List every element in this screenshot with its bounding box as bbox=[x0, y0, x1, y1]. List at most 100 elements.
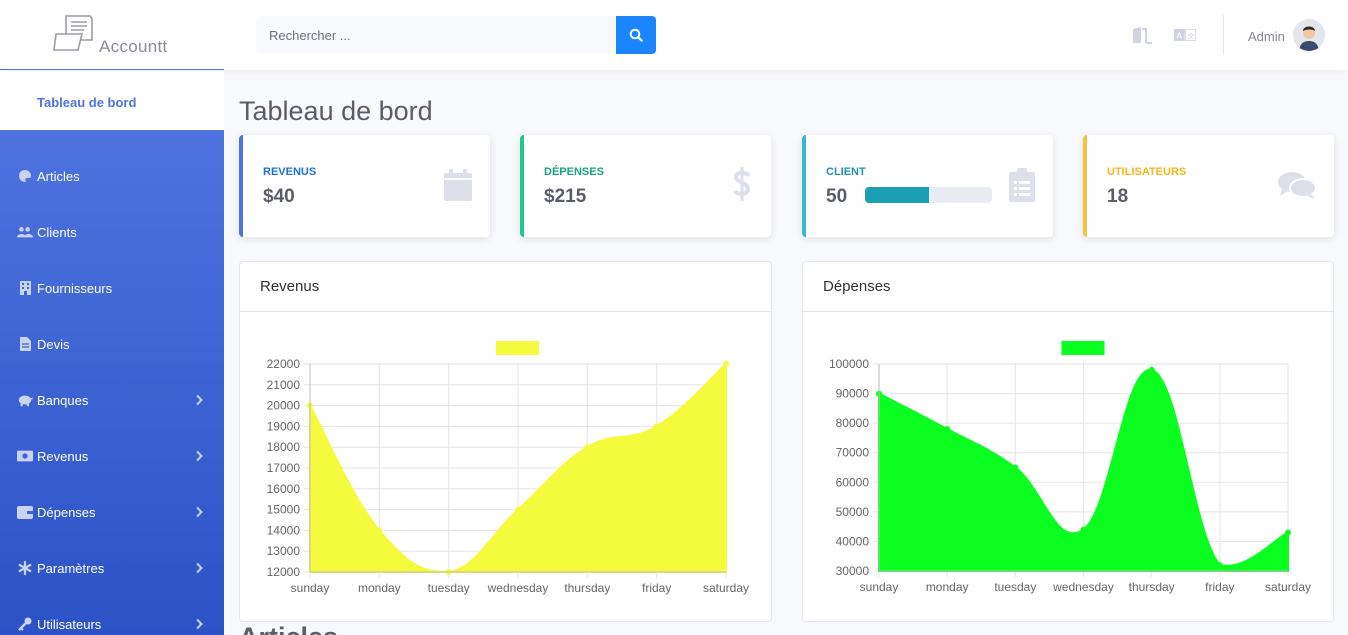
x-tick-label: monday bbox=[926, 580, 969, 594]
chart-title: Revenus bbox=[240, 262, 771, 312]
x-tick-label: wednesday bbox=[1052, 580, 1114, 594]
y-tick-label: 50000 bbox=[836, 505, 870, 519]
sidebar-item-utilisateurs[interactable]: Utilisateurs bbox=[0, 604, 224, 635]
data-point[interactable] bbox=[1216, 562, 1223, 569]
calendar-icon bbox=[444, 169, 472, 201]
y-tick-label: 14000 bbox=[267, 523, 301, 537]
x-tick-label: friday bbox=[1205, 580, 1234, 594]
data-point[interactable] bbox=[1012, 464, 1019, 471]
piggy-bank-icon bbox=[17, 392, 33, 408]
file-icon bbox=[17, 336, 33, 352]
data-point[interactable] bbox=[944, 426, 951, 433]
svg-text:文: 文 bbox=[1188, 32, 1195, 41]
logo[interactable]: Accountt bbox=[0, 0, 224, 70]
avatar[interactable] bbox=[1293, 19, 1325, 51]
sidebar: Tableau de bord Articles Clients Fournis… bbox=[0, 71, 224, 635]
client-progress-bar bbox=[865, 187, 992, 203]
search-icon bbox=[629, 28, 643, 42]
card-label: Revenus bbox=[263, 166, 317, 178]
x-tick-label: sunday bbox=[291, 581, 330, 595]
data-point[interactable] bbox=[1080, 526, 1087, 533]
y-tick-label: 60000 bbox=[836, 475, 870, 489]
top-bar: Accountt A 文 Admin bbox=[0, 0, 1348, 70]
y-tick-label: 40000 bbox=[836, 534, 870, 548]
data-point[interactable] bbox=[1285, 529, 1291, 536]
money-bill-icon bbox=[17, 448, 33, 464]
y-tick-label: 15000 bbox=[267, 503, 301, 517]
x-tick-label: friday bbox=[642, 581, 671, 595]
door-icon[interactable] bbox=[1131, 26, 1153, 44]
sidebar-item-revenus[interactable]: Revenus bbox=[0, 436, 224, 476]
asterisk-icon bbox=[17, 560, 33, 576]
data-point[interactable] bbox=[1148, 366, 1155, 373]
page-title: Tableau de bord bbox=[239, 96, 433, 126]
x-tick-label: sunday bbox=[860, 580, 899, 594]
data-point[interactable] bbox=[376, 527, 383, 534]
card-value: 50 bbox=[826, 186, 848, 207]
data-point[interactable] bbox=[584, 444, 591, 451]
revenus-chart: 12000 13000 14000 15000 16000 17000 18000 19000… bbox=[267, 341, 749, 595]
sidebar-item-articles[interactable]: Articles bbox=[0, 156, 224, 196]
sidebar-item-depenses[interactable]: Dépenses bbox=[0, 492, 224, 532]
data-point[interactable] bbox=[723, 361, 729, 367]
y-tick-label: 16000 bbox=[267, 482, 301, 496]
sidebar-item-banques[interactable]: Banques bbox=[0, 380, 224, 420]
sidebar-item-clients[interactable]: Clients bbox=[0, 212, 224, 252]
search-input[interactable] bbox=[256, 16, 616, 54]
x-tick-label: saturday bbox=[1265, 580, 1311, 594]
y-tick-label: 70000 bbox=[836, 446, 870, 460]
sidebar-item-label: Banques bbox=[37, 392, 89, 408]
legend-swatch bbox=[496, 341, 539, 355]
y-tick-label: 90000 bbox=[836, 387, 870, 401]
stat-card-depenses: Dépenses $215 bbox=[520, 135, 771, 237]
sidebar-item-devis[interactable]: Devis bbox=[0, 324, 224, 364]
chevron-right-icon bbox=[196, 394, 203, 406]
logo-text: Accountt bbox=[99, 37, 168, 56]
sidebar-item-label: Articles bbox=[37, 168, 80, 184]
sidebar-item-label: Devis bbox=[37, 336, 70, 352]
stat-card-utilisateurs: Utilisateurs 18 bbox=[1083, 135, 1334, 237]
comments-icon bbox=[1278, 172, 1316, 199]
legend-swatch bbox=[1061, 341, 1105, 355]
language-icon[interactable]: A 文 bbox=[1174, 29, 1196, 41]
revenus-chart-card: Revenus 12000 13000 14000 15000 16000 17000 18… bbox=[239, 261, 772, 622]
y-tick-label: 30000 bbox=[836, 564, 870, 578]
chevron-right-icon bbox=[196, 450, 203, 462]
y-tick-label: 80000 bbox=[836, 416, 870, 430]
x-tick-label: wednesday bbox=[487, 581, 549, 595]
search-button[interactable] bbox=[616, 16, 656, 54]
palette-icon bbox=[17, 168, 33, 184]
y-tick-label: 20000 bbox=[267, 399, 301, 413]
key-icon bbox=[17, 616, 33, 632]
y-tick-label: 13000 bbox=[267, 544, 301, 558]
y-tick-label: 100000 bbox=[829, 357, 869, 371]
x-tick-label: thursday bbox=[564, 581, 610, 595]
sidebar-item-label: Paramètres bbox=[37, 560, 105, 576]
sidebar-item-label: Dépenses bbox=[37, 504, 96, 520]
data-point[interactable] bbox=[653, 423, 660, 430]
card-label: Dépenses bbox=[544, 166, 604, 178]
sidebar-item-fournisseurs[interactable]: Fournisseurs bbox=[0, 268, 224, 308]
data-point[interactable] bbox=[515, 506, 521, 513]
y-tick-label: 18000 bbox=[267, 440, 301, 454]
y-tick-label: 19000 bbox=[267, 419, 301, 433]
card-value: 18 bbox=[1107, 186, 1129, 207]
sidebar-item-label: Fournisseurs bbox=[37, 280, 113, 296]
sidebar-item-parametres[interactable]: Paramètres bbox=[0, 548, 224, 588]
user-name[interactable]: Admin bbox=[1248, 29, 1285, 44]
card-value: $40 bbox=[263, 186, 295, 207]
dollar-icon bbox=[733, 167, 751, 201]
card-label: Utilisateurs bbox=[1107, 166, 1187, 178]
x-tick-label: tuesday bbox=[428, 581, 470, 595]
chart-title: Dépenses bbox=[803, 262, 1333, 312]
progress-fill bbox=[865, 187, 929, 203]
sidebar-item-label: Utilisateurs bbox=[37, 616, 102, 632]
svg-text:A: A bbox=[1177, 32, 1183, 41]
y-tick-label: 12000 bbox=[267, 565, 301, 579]
stat-card-client: Client 50 bbox=[802, 135, 1053, 237]
sidebar-item-dashboard[interactable]: Tableau de bord bbox=[0, 71, 224, 130]
logo-icon bbox=[53, 15, 93, 51]
users-icon bbox=[17, 224, 33, 240]
card-label: Client bbox=[826, 166, 866, 178]
sidebar-item-label: Revenus bbox=[37, 448, 89, 464]
